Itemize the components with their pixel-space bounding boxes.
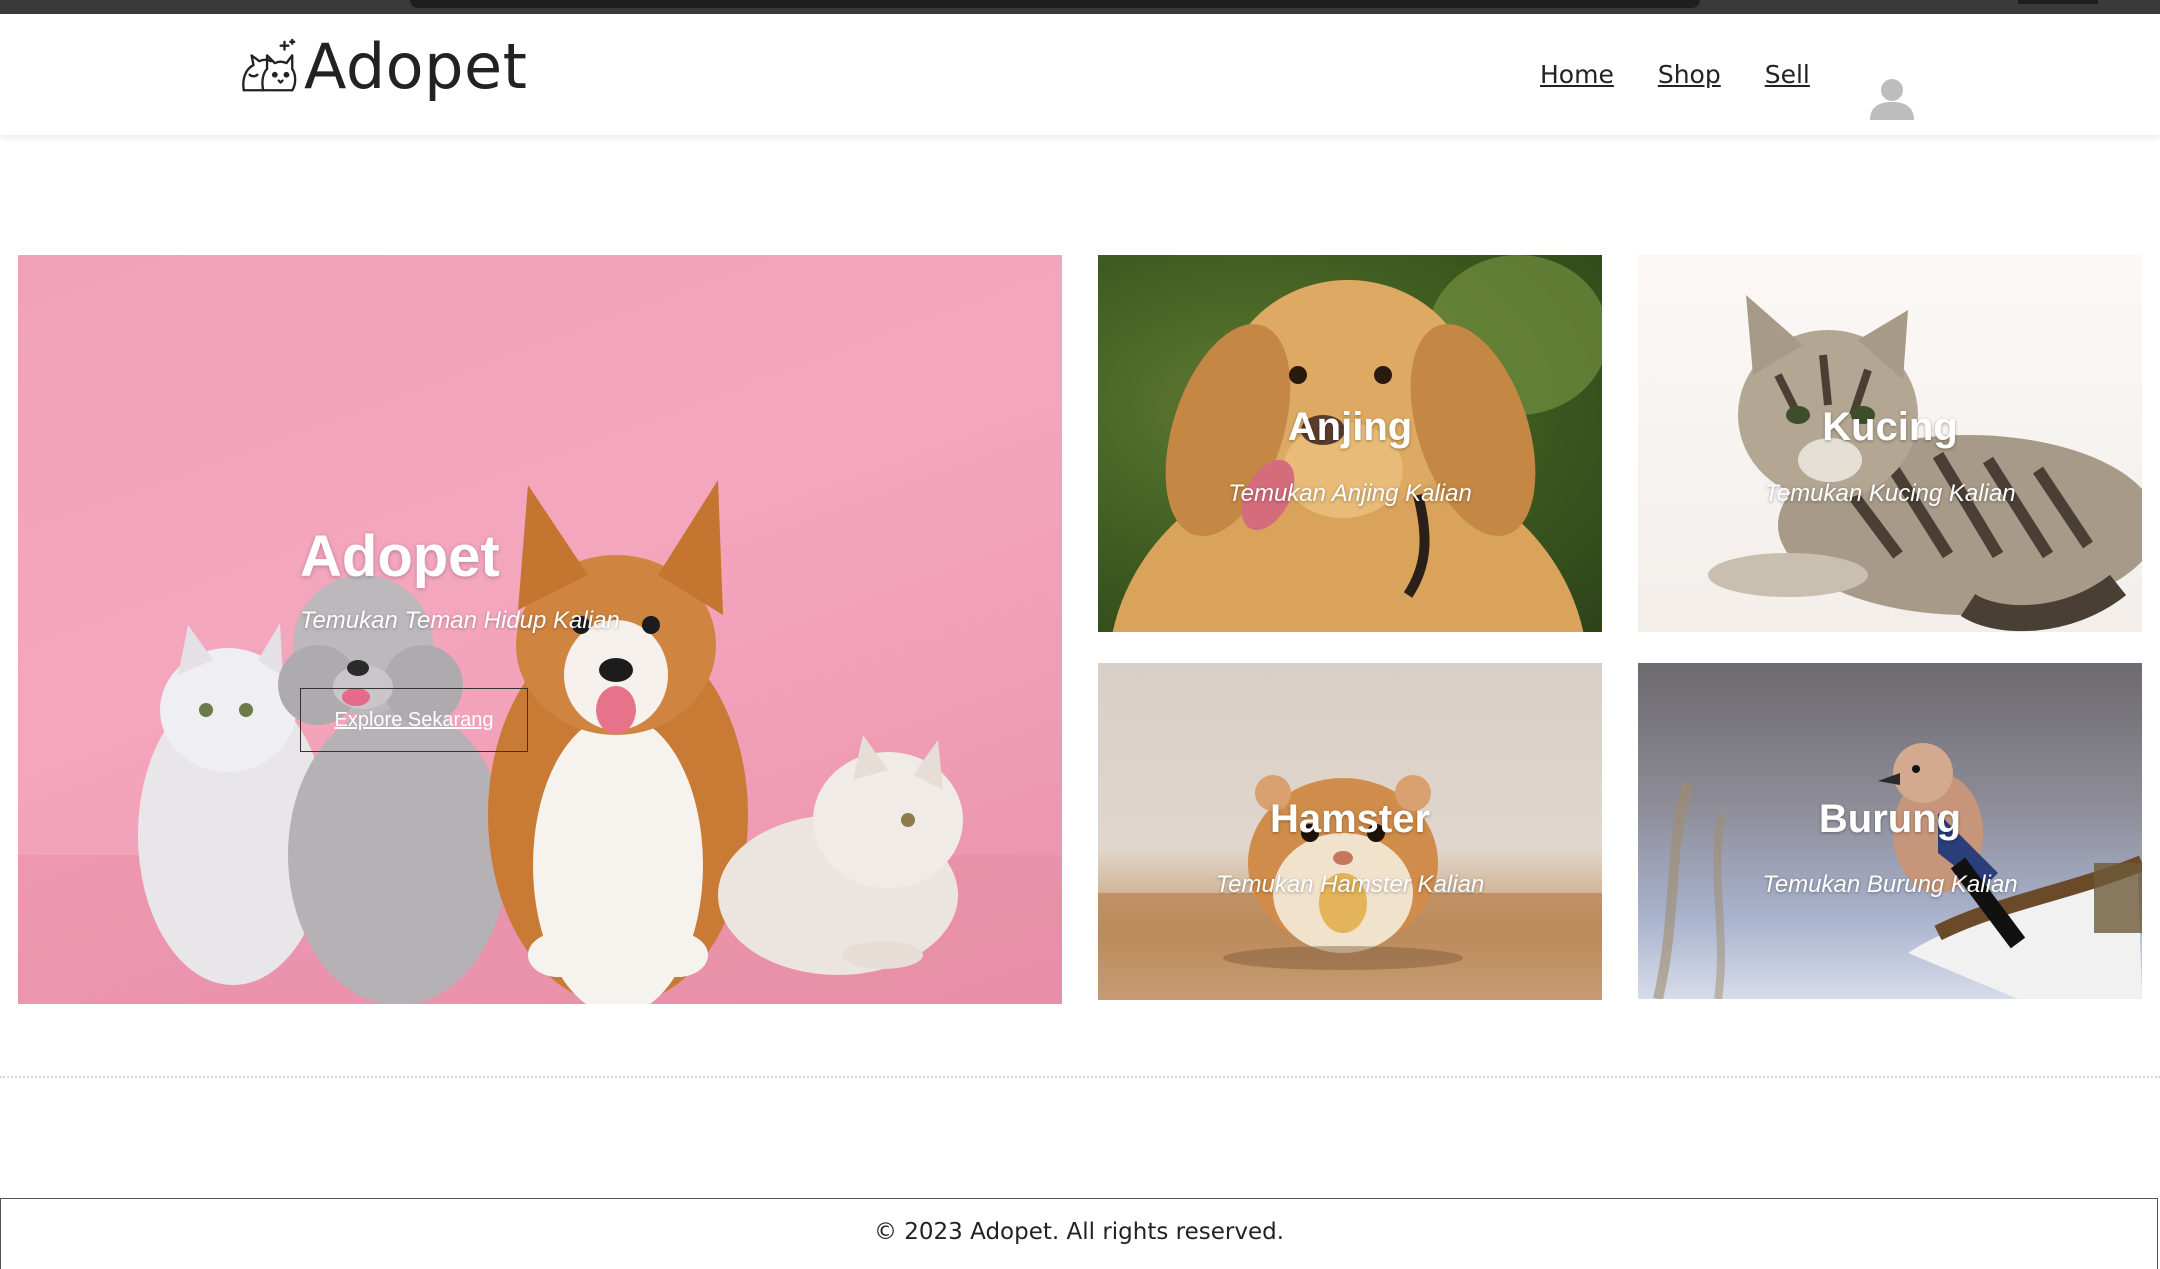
section-divider — [0, 1076, 2160, 1078]
footer: © 2023 Adopet. All rights reserved. — [0, 1198, 2158, 1269]
category-card-kucing[interactable]: Kucing Temukan Kucing Kalian — [1638, 255, 2142, 632]
brand-link[interactable]: Adopet — [238, 36, 527, 98]
browser-top-strip — [0, 0, 2160, 14]
explore-button[interactable]: Explore Sekarang — [300, 688, 528, 752]
bird-overlay: Burung Temukan Burung Kalian — [1638, 663, 2142, 999]
hero-banner: Adopet Temukan Teman Hidup Kalian Explor… — [18, 255, 1062, 1004]
cat-overlay: Kucing Temukan Kucing Kalian — [1638, 255, 2142, 632]
navbar: Adopet Home Shop Sell — [0, 14, 2160, 135]
cat-dog-logo-icon — [242, 38, 297, 92]
category-card-hamster[interactable]: Hamster Temukan Hamster Kalian — [1098, 663, 1602, 1000]
nav-sell-link[interactable]: Sell — [1765, 60, 1810, 89]
category-title-kucing: Kucing — [1822, 405, 1958, 449]
nav-shop-link[interactable]: Shop — [1658, 60, 1721, 89]
category-card-burung[interactable]: Burung Temukan Burung Kalian — [1638, 663, 2142, 999]
category-subtitle-burung: Temukan Burung Kalian — [1762, 871, 2018, 898]
browser-mini-bar — [2018, 0, 2098, 4]
dog-overlay: Anjing Temukan Anjing Kalian — [1098, 255, 1602, 632]
nav-home-link[interactable]: Home — [1540, 60, 1614, 89]
category-subtitle-kucing: Temukan Kucing Kalian — [1764, 480, 2016, 507]
browser-tab-bar — [410, 0, 1700, 8]
category-title-burung: Burung — [1818, 797, 1962, 841]
hero-title: Adopet — [300, 524, 500, 589]
user-avatar-icon[interactable] — [1866, 72, 1918, 124]
footer-copyright: © 2023 Adopet. All rights reserved. — [873, 1219, 1285, 1245]
category-title-hamster: Hamster — [1269, 797, 1431, 841]
category-title-anjing: Anjing — [1287, 405, 1413, 449]
hero-overlay: Adopet Temukan Teman Hidup Kalian Explor… — [18, 255, 1062, 1004]
hero-subtitle: Temukan Teman Hidup Kalian — [300, 607, 620, 634]
category-card-anjing[interactable]: Anjing Temukan Anjing Kalian — [1098, 255, 1602, 632]
main-nav: Home Shop Sell — [1540, 60, 1854, 89]
category-subtitle-anjing: Temukan Anjing Kalian — [1228, 480, 1472, 507]
brand-name: Adopet — [304, 30, 528, 103]
category-subtitle-hamster: Temukan Hamster Kalian — [1215, 871, 1485, 898]
hamster-overlay: Hamster Temukan Hamster Kalian — [1098, 663, 1602, 1000]
